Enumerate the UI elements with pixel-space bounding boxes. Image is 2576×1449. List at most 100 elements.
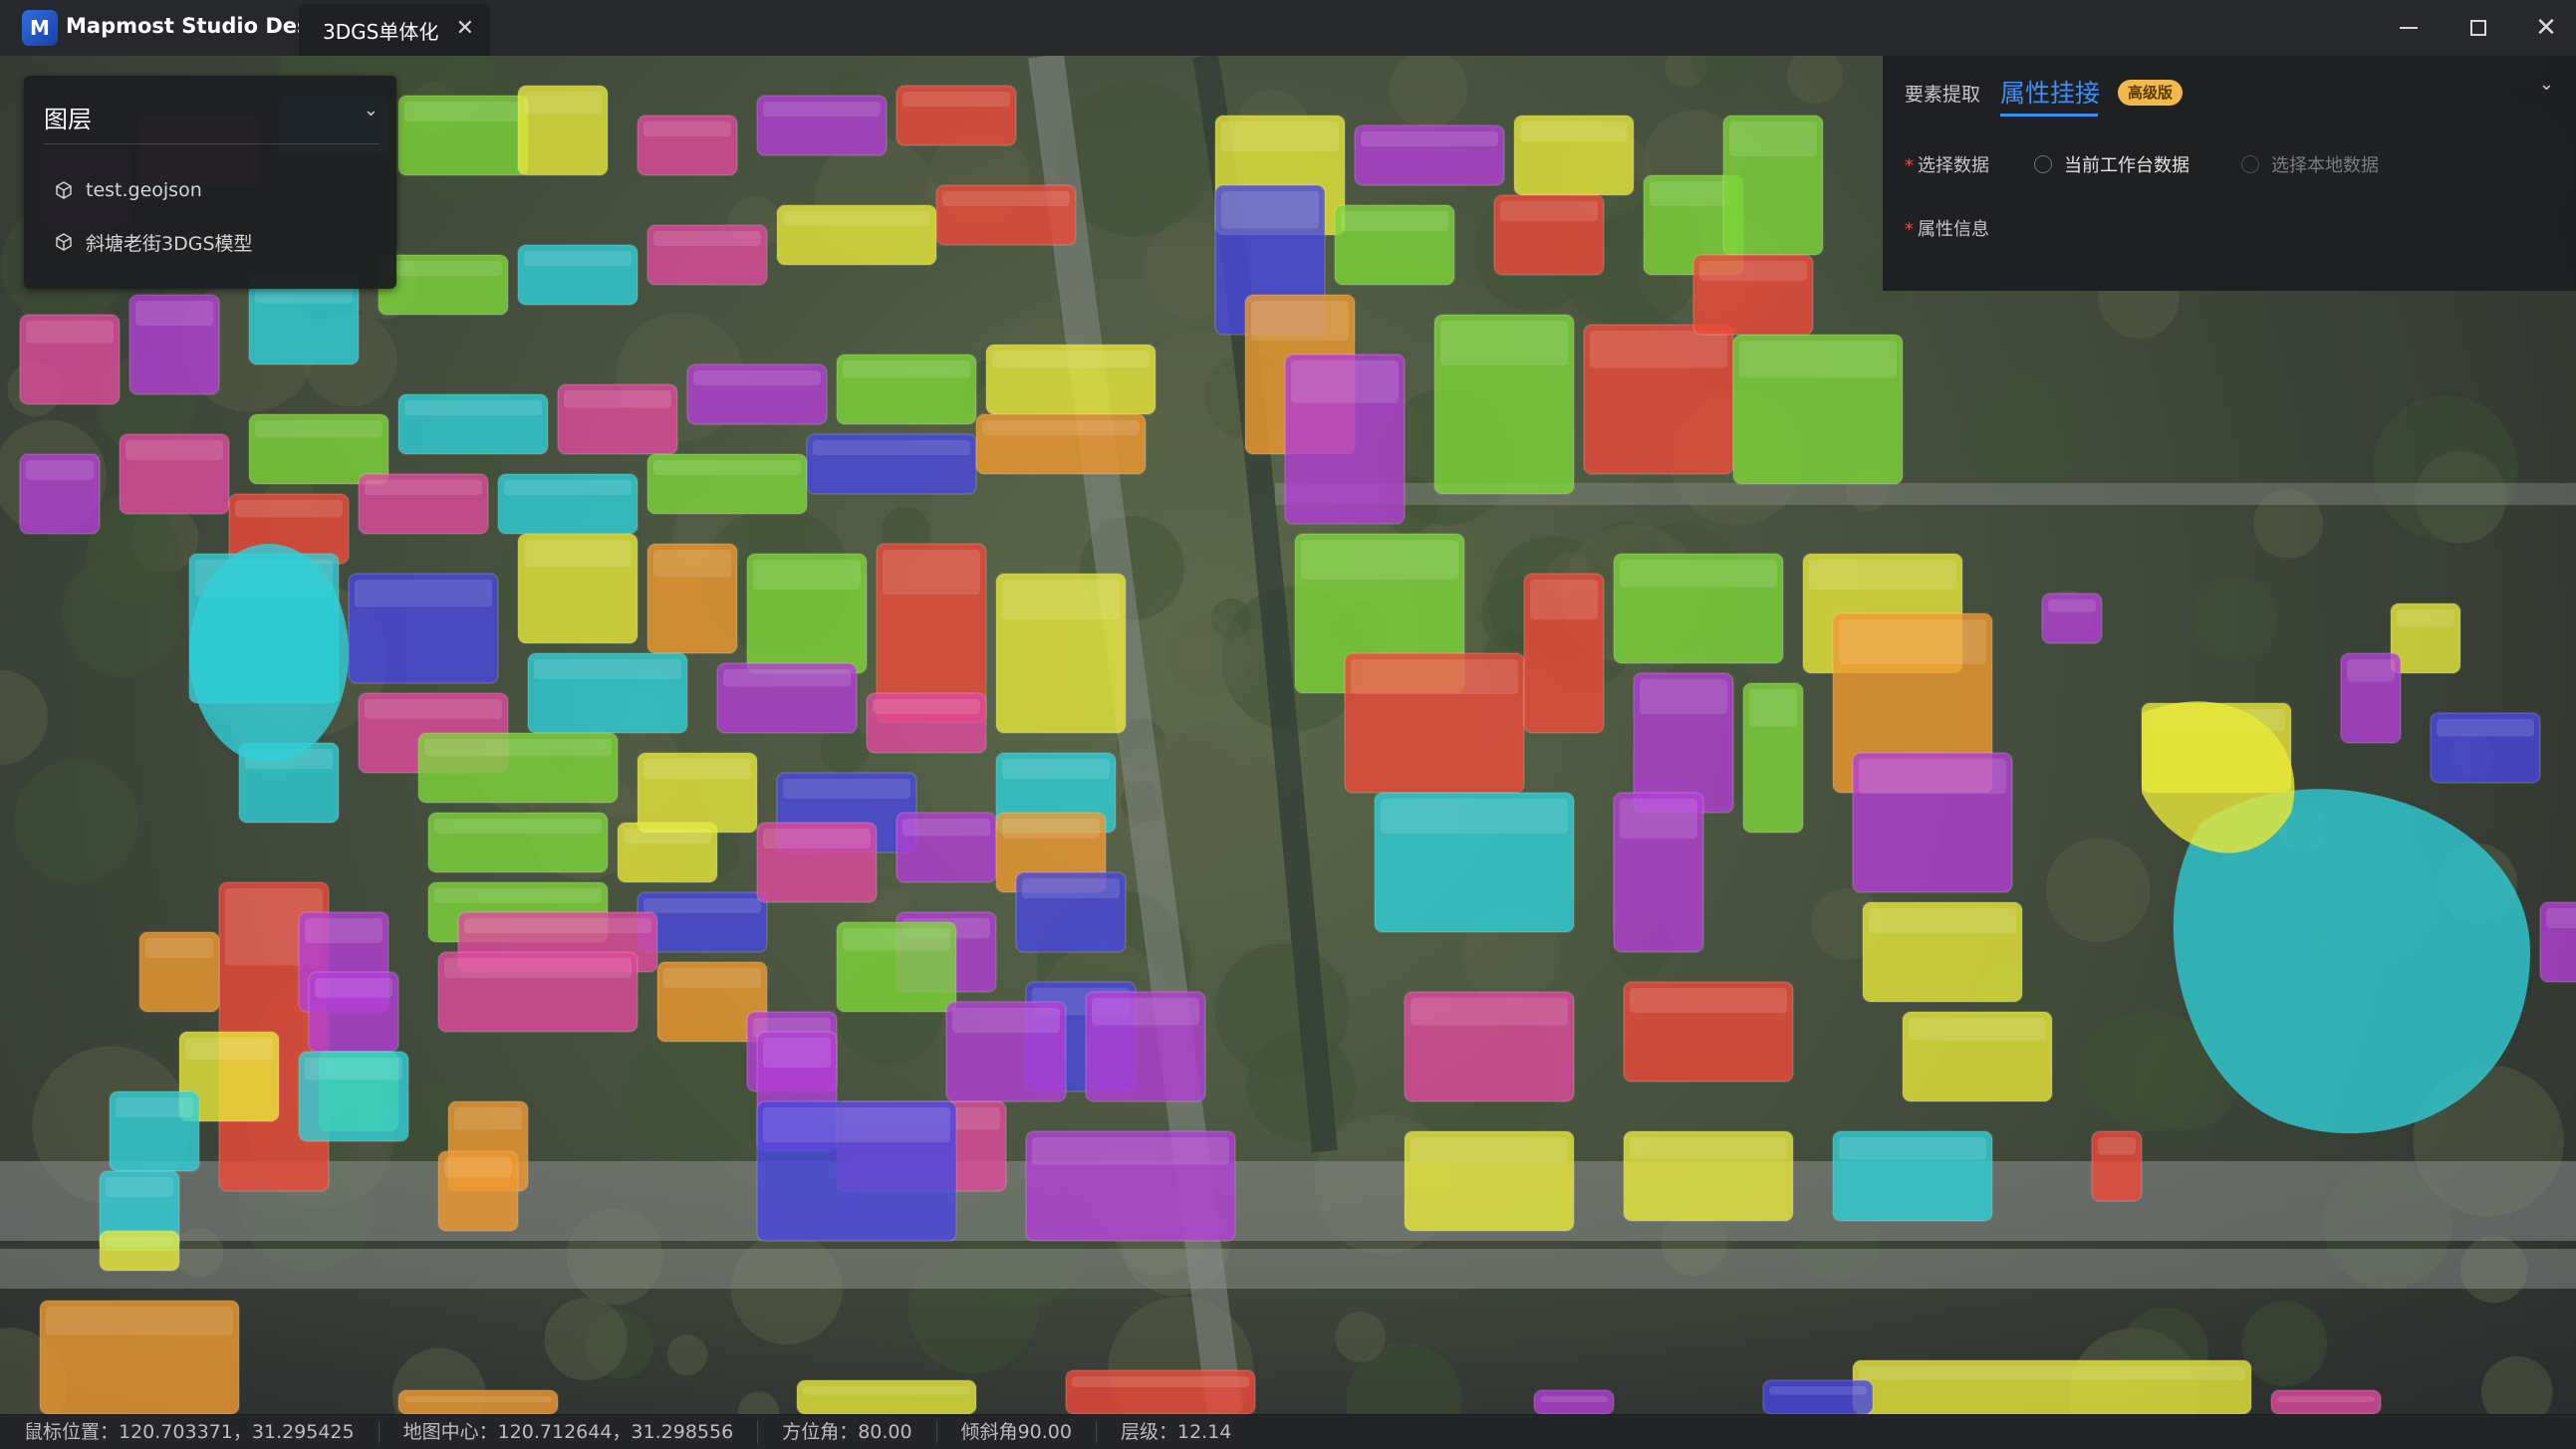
building-roof-highlight bbox=[992, 351, 1150, 368]
radio-local-data[interactable]: 选择本地数据 bbox=[2241, 151, 2379, 177]
building-roof-highlight bbox=[843, 928, 950, 951]
building-roof-highlight bbox=[1251, 301, 1349, 341]
building-roof-highlight bbox=[1869, 908, 2016, 933]
tab-close-icon[interactable]: ✕ bbox=[456, 16, 474, 41]
close-window-button[interactable]: ✕ bbox=[2524, 10, 2568, 46]
tree-canopy bbox=[2241, 1301, 2328, 1386]
building-roof-highlight bbox=[1620, 560, 1777, 588]
building-roof-highlight bbox=[444, 1157, 512, 1177]
tree-canopy bbox=[666, 1334, 708, 1375]
building-roof-highlight bbox=[1640, 679, 1727, 714]
building-roof-highlight bbox=[145, 938, 213, 958]
building-roof-highlight bbox=[783, 211, 930, 226]
building-roof-highlight bbox=[365, 699, 502, 719]
main-road bbox=[0, 1161, 2576, 1241]
building-roof-highlight bbox=[1022, 878, 1120, 898]
divider bbox=[44, 143, 379, 144]
building-roof-highlight bbox=[46, 1307, 233, 1335]
building-block[interactable] bbox=[1762, 1379, 1874, 1414]
building-roof-highlight bbox=[763, 1107, 950, 1142]
tree-canopy bbox=[1154, 722, 1275, 845]
building-roof-highlight bbox=[653, 231, 761, 246]
attribute-panel: 要素提取 属性挂接 高级版 ⌄ * 选择数据 当前工作台数据 选择本地数据 * 属性… bbox=[1883, 56, 2576, 291]
building-roof-highlight bbox=[1092, 998, 1199, 1026]
tree-canopy bbox=[1165, 611, 1252, 697]
building-roof-highlight bbox=[902, 819, 990, 837]
building-roof-highlight bbox=[1072, 1376, 1249, 1387]
building-roof-highlight bbox=[2546, 908, 2576, 928]
building-roof-highlight bbox=[2347, 659, 2395, 682]
building-roof-highlight bbox=[315, 978, 392, 998]
building-roof-highlight bbox=[534, 659, 681, 679]
building-block[interactable] bbox=[796, 1379, 977, 1414]
building-roof-highlight bbox=[663, 968, 761, 988]
building-roof-highlight bbox=[1500, 201, 1598, 221]
building-roof-highlight bbox=[106, 1177, 173, 1197]
building-roof-highlight bbox=[1002, 759, 1110, 779]
building-roof-highlight bbox=[1341, 211, 1448, 231]
tree-canopy bbox=[2372, 395, 2518, 542]
tree-canopy bbox=[1787, 56, 1843, 104]
building-roof-highlight bbox=[883, 550, 980, 595]
building-roof-highlight bbox=[942, 191, 1070, 206]
building-roof-highlight bbox=[1221, 191, 1319, 229]
layer-item-geojson[interactable]: test.geojson bbox=[54, 175, 202, 205]
radio-circle-icon bbox=[2034, 155, 2052, 173]
building-roof-highlight bbox=[1361, 131, 1498, 146]
layer-item-3dgs-model[interactable]: 斜塘老街3DGS模型 bbox=[54, 227, 253, 257]
layer-item-label: 斜塘老街3DGS模型 bbox=[86, 232, 253, 255]
building-roof-highlight bbox=[2277, 1396, 2375, 1402]
building-roof-highlight bbox=[404, 1396, 552, 1402]
building-block[interactable] bbox=[189, 544, 349, 763]
tree-canopy bbox=[1246, 1031, 1357, 1141]
building-roof-highlight bbox=[1540, 1396, 1608, 1402]
radio-label: 选择本地数据 bbox=[2271, 155, 2379, 176]
tab-feature-extract[interactable]: 要素提取 bbox=[1905, 80, 1980, 107]
building-roof-highlight bbox=[1221, 121, 1339, 151]
building-roof-highlight bbox=[464, 918, 651, 933]
maximize-button[interactable] bbox=[2456, 10, 2500, 46]
building-roof-highlight bbox=[1859, 759, 2006, 794]
building-roof-highlight bbox=[305, 1058, 402, 1081]
building-roof-highlight bbox=[365, 480, 482, 495]
building-roof-highlight bbox=[1839, 1137, 1986, 1160]
building-roof-highlight bbox=[1530, 580, 1598, 619]
building-roof-highlight bbox=[2437, 719, 2534, 737]
building-roof-highlight bbox=[1769, 1386, 1867, 1395]
minimize-button[interactable] bbox=[2387, 10, 2431, 46]
building-roof-highlight bbox=[2397, 609, 2454, 627]
building-roof-highlight bbox=[1630, 1137, 1787, 1160]
select-data-label: * 选择数据 bbox=[1905, 151, 1989, 177]
building-roof-highlight bbox=[644, 898, 761, 913]
app-logo-icon: M bbox=[22, 10, 58, 46]
document-tab[interactable]: 3DGS单体化 ✕ bbox=[299, 4, 490, 56]
building-roof-highlight bbox=[982, 420, 1140, 435]
select-data-text: 选择数据 bbox=[1918, 155, 1989, 176]
building-roof-highlight bbox=[783, 779, 910, 799]
building-roof-highlight bbox=[564, 390, 671, 408]
building-roof-highlight bbox=[1351, 659, 1518, 694]
chevron-down-icon[interactable]: ⌄ bbox=[2539, 74, 2554, 95]
building-roof-highlight bbox=[753, 560, 861, 590]
building-roof-highlight bbox=[1739, 341, 1897, 378]
attribute-info-label: * 属性信息 bbox=[1905, 215, 1989, 241]
building-roof-highlight bbox=[1620, 799, 1697, 839]
radio-circle-icon bbox=[2241, 155, 2259, 173]
layer-panel-title: 图层 bbox=[44, 106, 92, 133]
building-roof-highlight bbox=[424, 739, 612, 757]
cube-icon bbox=[56, 181, 72, 199]
building-roof-highlight bbox=[1859, 1366, 2245, 1380]
tab-attribute-join[interactable]: 属性挂接 bbox=[2000, 74, 2100, 110]
chevron-down-icon[interactable]: ⌄ bbox=[364, 100, 379, 121]
status-tilt: 倾斜角90.00 bbox=[937, 1421, 1097, 1443]
building-roof-highlight bbox=[1749, 689, 1797, 727]
building-roof-highlight bbox=[693, 370, 821, 385]
building-roof-highlight bbox=[763, 829, 871, 848]
building-roof-highlight bbox=[723, 669, 851, 687]
tree-canopy bbox=[2191, 575, 2278, 661]
building-roof-highlight bbox=[843, 361, 970, 378]
building-roof-highlight bbox=[1809, 560, 1956, 590]
building-roof-highlight bbox=[444, 958, 632, 978]
building-roof-highlight bbox=[1411, 998, 1568, 1026]
radio-current-workspace[interactable]: 当前工作台数据 bbox=[2034, 151, 2190, 177]
